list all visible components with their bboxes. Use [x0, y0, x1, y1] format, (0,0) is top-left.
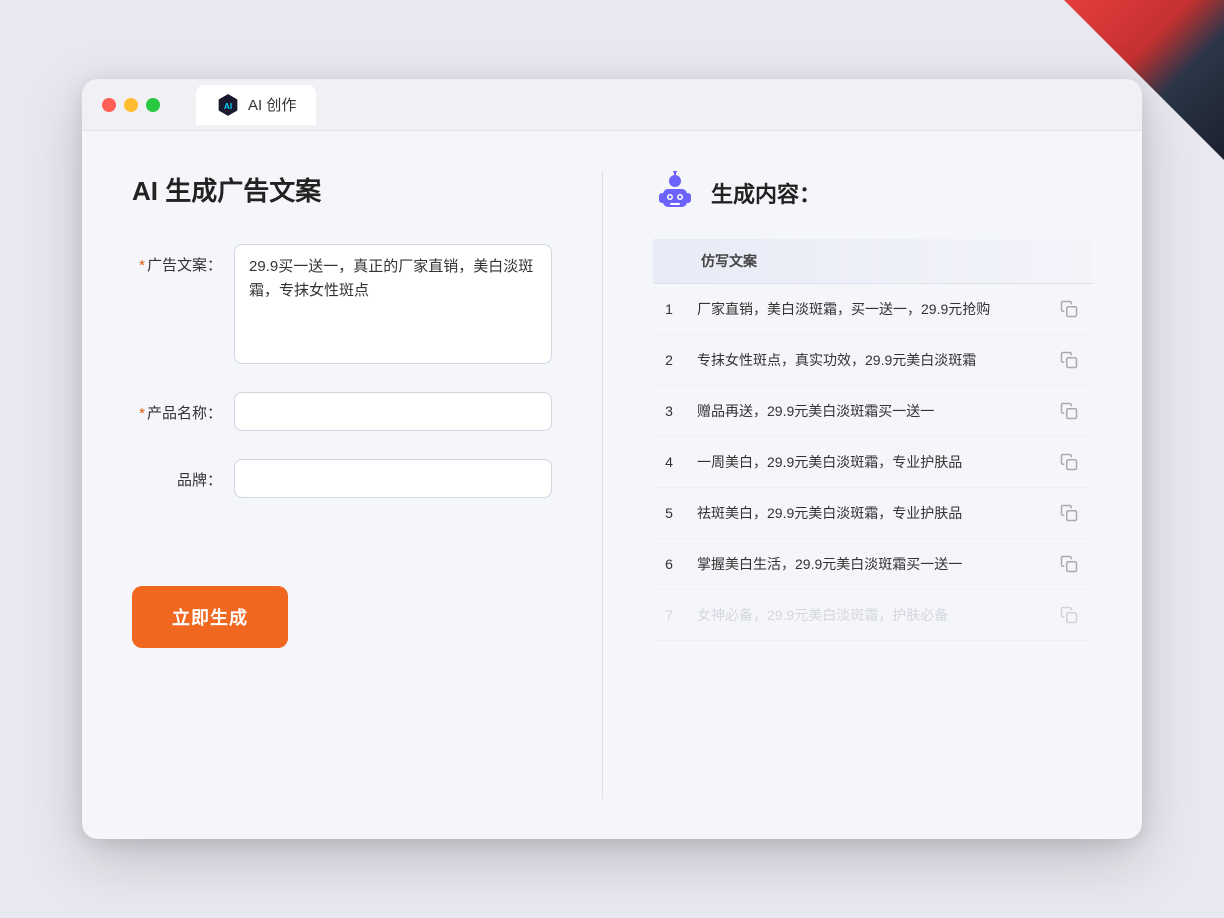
- copy-cell: [1046, 488, 1092, 539]
- copy-cell: [1046, 284, 1092, 335]
- ad-copy-input[interactable]: 29.9买一送一，真正的厂家直销，美白淡斑霜，专抹女性斑点: [234, 244, 552, 364]
- row-number: 2: [653, 335, 685, 386]
- copy-icon[interactable]: [1058, 349, 1080, 371]
- ad-copy-row: *广告文案： 29.9买一送一，真正的厂家直销，美白淡斑霜，专抹女性斑点: [132, 244, 552, 364]
- copy-cell: [1046, 539, 1092, 590]
- table-row: 7女神必备，29.9元美白淡斑霜，护肤必备: [653, 590, 1092, 641]
- action-header: [1046, 239, 1092, 284]
- maximize-button[interactable]: [146, 98, 160, 112]
- table-row: 4一周美白，29.9元美白淡斑霜，专业护肤品: [653, 437, 1092, 488]
- copy-cell: [1046, 590, 1092, 641]
- product-name-label: *产品名称：: [132, 392, 222, 423]
- row-number: 6: [653, 539, 685, 590]
- ai-icon: AI: [216, 93, 240, 117]
- results-table: 仿写文案 1厂家直销，美白淡斑霜，买一送一，29.9元抢购 2专抹女性斑点，真实…: [653, 239, 1092, 641]
- result-title: 生成内容：: [711, 177, 821, 209]
- content-area: AI 生成广告文案 *广告文案： 29.9买一送一，真正的厂家直销，美白淡斑霜，…: [82, 131, 1142, 839]
- close-button[interactable]: [102, 98, 116, 112]
- copy-icon[interactable]: [1058, 502, 1080, 524]
- brand-input[interactable]: 好白: [234, 459, 552, 498]
- required-star-1: *: [139, 257, 145, 274]
- copy-icon[interactable]: [1058, 553, 1080, 575]
- table-row: 6掌握美白生活，29.9元美白淡斑霜买一送一: [653, 539, 1092, 590]
- copy-icon[interactable]: [1058, 451, 1080, 473]
- copy-icon[interactable]: [1058, 298, 1080, 320]
- row-number: 4: [653, 437, 685, 488]
- copy-cell: [1046, 437, 1092, 488]
- panel-divider: [602, 171, 603, 799]
- table-row: 3赠品再送，29.9元美白淡斑霜买一送一: [653, 386, 1092, 437]
- robot-icon: [653, 171, 697, 215]
- minimize-button[interactable]: [124, 98, 138, 112]
- row-text: 一周美白，29.9元美白淡斑霜，专业护肤品: [685, 437, 1046, 488]
- right-panel: 生成内容： 仿写文案 1厂家直销，美白淡斑霜，买一送一，29.9元抢购 2专抹女…: [653, 171, 1092, 799]
- traffic-lights: [102, 98, 160, 112]
- row-number: 3: [653, 386, 685, 437]
- copy-cell: [1046, 386, 1092, 437]
- browser-window: AI AI 创作 AI 生成广告文案 *广告文案： 29.9买一送一，真正的厂家…: [82, 79, 1142, 839]
- row-text: 祛斑美白，29.9元美白淡斑霜，专业护肤品: [685, 488, 1046, 539]
- result-header: 生成内容：: [653, 171, 1092, 215]
- row-text: 赠品再送，29.9元美白淡斑霜买一送一: [685, 386, 1046, 437]
- copy-icon[interactable]: [1058, 604, 1080, 626]
- title-bar: AI AI 创作: [82, 79, 1142, 131]
- ai-tab[interactable]: AI AI 创作: [196, 85, 316, 125]
- table-row: 2专抹女性斑点，真实功效，29.9元美白淡斑霜: [653, 335, 1092, 386]
- page-title: AI 生成广告文案: [132, 171, 552, 208]
- num-header: [653, 239, 685, 284]
- table-row: 1厂家直销，美白淡斑霜，买一送一，29.9元抢购: [653, 284, 1092, 335]
- row-text: 女神必备，29.9元美白淡斑霜，护肤必备: [685, 590, 1046, 641]
- required-star-2: *: [139, 405, 145, 422]
- copy-icon[interactable]: [1058, 400, 1080, 422]
- table-row: 5祛斑美白，29.9元美白淡斑霜，专业护肤品: [653, 488, 1092, 539]
- row-text: 厂家直销，美白淡斑霜，买一送一，29.9元抢购: [685, 284, 1046, 335]
- brand-row: 品牌： 好白: [132, 459, 552, 498]
- generate-button[interactable]: 立即生成: [132, 586, 288, 648]
- row-text: 掌握美白生活，29.9元美白淡斑霜买一送一: [685, 539, 1046, 590]
- row-number: 7: [653, 590, 685, 641]
- copy-cell: [1046, 335, 1092, 386]
- table-header-row: 仿写文案: [653, 239, 1092, 284]
- product-name-input[interactable]: 美白淡斑霜: [234, 392, 552, 431]
- ad-copy-label: *广告文案：: [132, 244, 222, 275]
- row-number: 1: [653, 284, 685, 335]
- copy-header: 仿写文案: [685, 239, 1046, 284]
- svg-text:AI: AI: [224, 101, 232, 110]
- brand-label: 品牌：: [132, 459, 222, 490]
- tab-label: AI 创作: [248, 94, 296, 115]
- row-text: 专抹女性斑点，真实功效，29.9元美白淡斑霜: [685, 335, 1046, 386]
- product-name-row: *产品名称： 美白淡斑霜: [132, 392, 552, 431]
- row-number: 5: [653, 488, 685, 539]
- left-panel: AI 生成广告文案 *广告文案： 29.9买一送一，真正的厂家直销，美白淡斑霜，…: [132, 171, 552, 799]
